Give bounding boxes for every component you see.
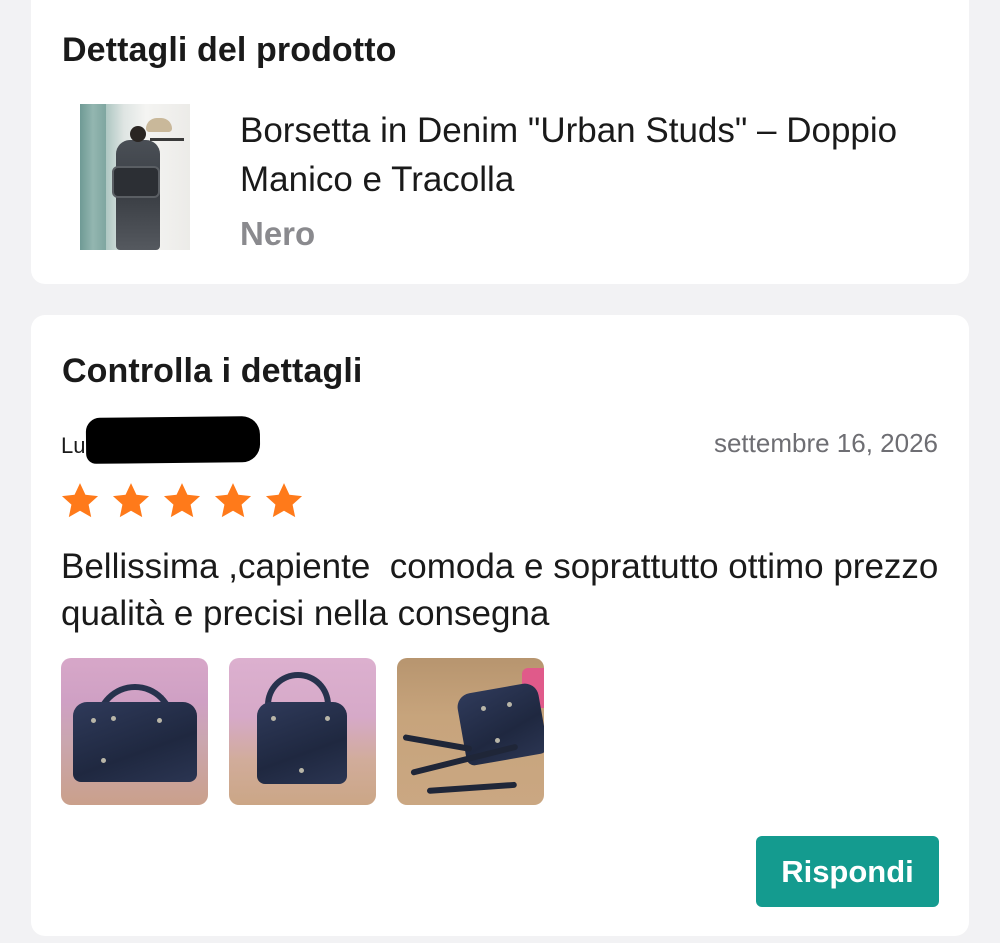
review-card: Controlla i dettagli Lu settembre 16, 20… bbox=[31, 315, 969, 936]
star-rating bbox=[59, 480, 305, 522]
review-photo[interactable] bbox=[397, 658, 544, 805]
review-photo[interactable] bbox=[61, 658, 208, 805]
reviewer-name: Lu bbox=[61, 433, 86, 458]
star-icon bbox=[214, 483, 252, 518]
product-details-title: Dettagli del prodotto bbox=[62, 31, 397, 69]
product-details-card: Dettagli del prodotto Borsetta in Denim … bbox=[31, 0, 969, 284]
product-name[interactable]: Borsetta in Denim "Urban Studs" – Doppio… bbox=[240, 106, 900, 204]
review-text: Bellissima ,capiente comoda e soprattutt… bbox=[61, 547, 949, 633]
reviewer-name-redaction bbox=[85, 416, 261, 464]
review-photo[interactable] bbox=[229, 658, 376, 805]
product-variant: Nero bbox=[240, 215, 316, 252]
star-icon bbox=[112, 483, 150, 518]
star-icon bbox=[163, 483, 201, 518]
review-photos bbox=[61, 658, 544, 805]
review-date: settembre 16, 2026 bbox=[713, 428, 938, 458]
product-thumbnail[interactable] bbox=[80, 104, 190, 250]
star-icon bbox=[265, 483, 303, 518]
reply-button[interactable]: Rispondi bbox=[756, 836, 939, 907]
star-icon bbox=[61, 483, 99, 518]
review-section-title: Controlla i dettagli bbox=[62, 352, 363, 390]
